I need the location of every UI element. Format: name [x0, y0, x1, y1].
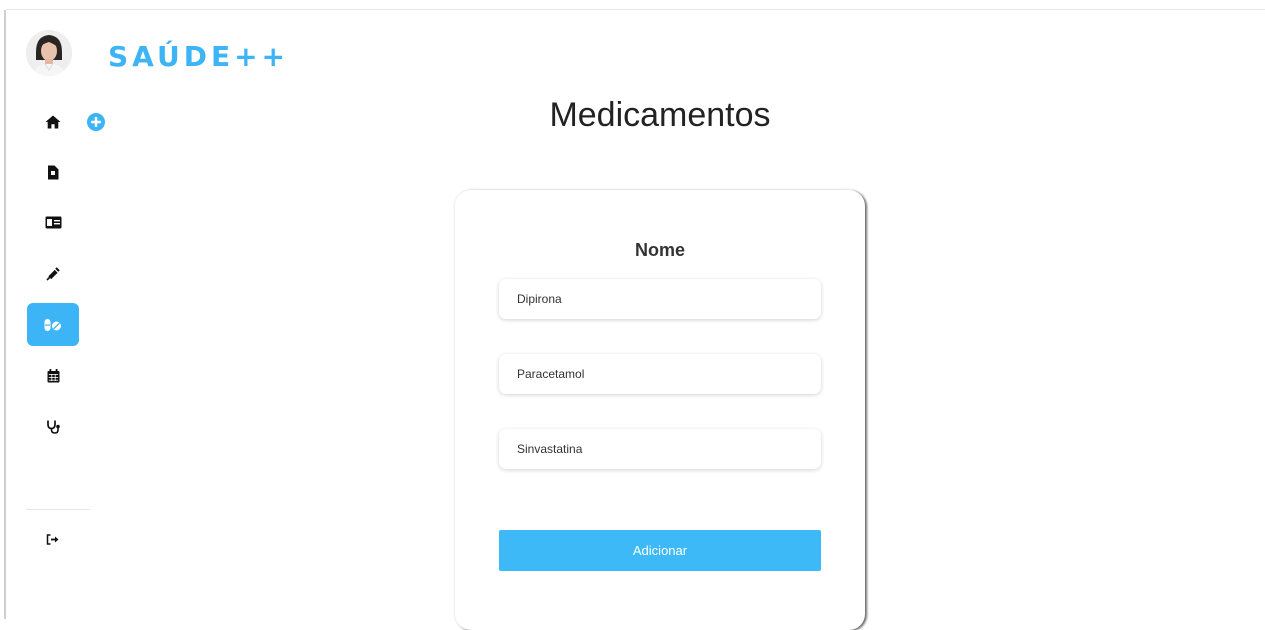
sidebar-item-doctor[interactable] — [27, 405, 79, 448]
sidebar-item-medicines[interactable] — [27, 303, 79, 346]
sidebar-item-vaccines[interactable] — [27, 252, 79, 295]
syringe-icon — [46, 266, 60, 281]
sidebar-item-calendar[interactable] — [27, 354, 79, 397]
sidebar-item-home[interactable] — [27, 100, 79, 143]
medicine-field-1[interactable] — [499, 279, 821, 319]
home-icon — [45, 115, 61, 128]
sign-out-icon — [46, 534, 59, 545]
page-title: Medicamentos — [549, 96, 771, 134]
sidebar-item-logout[interactable] — [27, 518, 79, 561]
pills-icon — [44, 318, 61, 331]
calendar-icon — [47, 368, 59, 382]
sidebar-item-documents[interactable] — [27, 151, 79, 194]
brand-logo: SAÚDE++ — [108, 40, 290, 73]
avatar[interactable] — [26, 30, 72, 76]
sidebar-divider — [26, 509, 90, 510]
id-card-icon — [45, 216, 61, 229]
name-label: Nome — [634, 240, 685, 260]
plus-circle-icon — [87, 113, 105, 131]
medicine-field-3[interactable] — [499, 429, 821, 469]
medicine-field-2[interactable] — [499, 354, 821, 394]
file-icon — [48, 165, 59, 180]
medicines-card: Nome Adicionar — [455, 190, 865, 630]
stethoscope-icon — [46, 420, 60, 434]
sidebar-item-id-card[interactable] — [27, 201, 79, 244]
add-button[interactable] — [86, 112, 106, 132]
add-medicine-button[interactable]: Adicionar — [499, 530, 821, 571]
avatar-image — [26, 30, 72, 76]
